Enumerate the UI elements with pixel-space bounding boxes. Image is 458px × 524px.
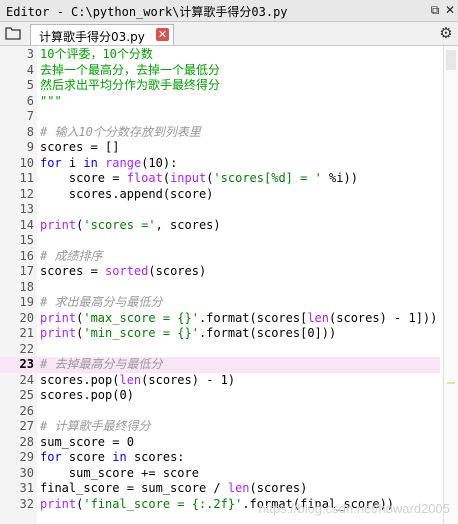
code-editor[interactable]: 3 10个评委，10个分数 4 去掉一个最高分，去掉一个最低分 5 然后求出平均分作为歌手…	[0, 46, 458, 524]
line-number: 7	[26, 109, 34, 123]
code-line[interactable]: 16 # 成绩排序	[0, 249, 440, 265]
code-line[interactable]: 17 scores = sorted(scores)	[0, 264, 440, 280]
code-line[interactable]: 8 # 输入10个分数存放到列表里	[0, 125, 440, 141]
code-line[interactable]: 20 print('max_score = {}'.format(scores[l…	[0, 311, 440, 327]
code-text[interactable]: scores.pop(len(scores) - 1)	[40, 373, 235, 389]
scrollbar-thumb[interactable]	[446, 50, 456, 70]
code-line[interactable]: 7	[0, 109, 440, 125]
window-title-bar: Editor - C:\python_work\计算歌手得分03.py ⧉ ✕	[0, 0, 458, 22]
code-line[interactable]: 25 scores.pop(0)	[0, 388, 440, 404]
code-line[interactable]: 6 """	[0, 94, 440, 110]
line-number: 25	[19, 388, 34, 402]
line-number: 4	[26, 62, 34, 77]
code-text[interactable]: sum_score += score	[40, 466, 199, 482]
code-text[interactable]: print('max_score = {}'.format(scores[len…	[40, 311, 437, 327]
code-line[interactable]: 11 score = float(input('scores[%d] = ' %…	[0, 171, 440, 187]
code-line[interactable]: 3 10个评委，10个分数	[0, 47, 440, 63]
line-number: 16	[19, 248, 34, 263]
code-line[interactable]: 14 print('scores =', scores)	[0, 218, 440, 234]
line-number: 19	[19, 295, 34, 309]
code-line[interactable]: 12 scores.append(score)	[0, 187, 440, 203]
code-text[interactable]: # 输入10个分数存放到列表里	[40, 125, 201, 141]
code-text[interactable]: """	[40, 94, 62, 110]
watermark: https://blog.csdn.net/howard2005	[258, 501, 450, 516]
line-number: 22	[19, 341, 34, 356]
code-text[interactable]: # 求出最高分与最低分	[40, 295, 162, 311]
line-number: 5	[26, 78, 34, 92]
code-line[interactable]: 31 final_score = sum_score / len(scores)	[0, 481, 440, 497]
code-text[interactable]: scores.append(score)	[40, 187, 214, 203]
code-line[interactable]: 27 # 计算歌手最终得分	[0, 419, 440, 435]
code-line[interactable]: 22	[0, 342, 440, 358]
vertical-scrollbar[interactable]	[443, 46, 458, 524]
code-line[interactable]: 4 去掉一个最高分，去掉一个最低分	[0, 63, 440, 79]
code-line[interactable]: 30 sum_score += score	[0, 466, 440, 482]
code-line[interactable]: 5 然后求出平均分作为歌手最终得分	[0, 78, 440, 94]
code-text[interactable]: scores.pop(0)	[40, 388, 134, 404]
line-number: 24	[19, 372, 34, 387]
code-text[interactable]: # 成绩排序	[40, 249, 102, 265]
line-number: 26	[19, 403, 34, 418]
line-number: 9	[26, 140, 34, 154]
line-number: 8	[26, 124, 34, 139]
code-text[interactable]: scores = []	[40, 140, 119, 156]
tab-label: 计算歌手得分03.py	[39, 30, 145, 44]
close-icon[interactable]: ✕	[156, 28, 169, 41]
code-line[interactable]: 13	[0, 202, 440, 218]
line-number: 12	[19, 186, 34, 201]
line-number: 23	[19, 357, 34, 371]
code-text[interactable]: 去掉一个最高分，去掉一个最低分	[40, 63, 220, 79]
code-text[interactable]: score = float(input('scores[%d] = ' %i))	[40, 171, 358, 187]
editor-tab-bar: 计算歌手得分03.py ✕ ⚙	[0, 22, 458, 46]
line-number: 30	[19, 465, 34, 480]
gear-icon[interactable]: ⚙	[438, 25, 454, 41]
code-line[interactable]: 9 scores = []	[0, 140, 440, 156]
browse-tabs-icon[interactable]	[5, 26, 21, 40]
code-line[interactable]: 10 for i in range(10):	[0, 156, 440, 172]
code-line[interactable]: 23 # 去掉最高分与最低分	[0, 357, 440, 373]
line-number: 15	[19, 233, 34, 247]
code-line[interactable]: 29 for score in scores:	[0, 450, 440, 466]
code-line[interactable]: 15	[0, 233, 440, 249]
window-title: Editor - C:\python_work\计算歌手得分03.py	[6, 5, 288, 19]
restore-icon[interactable]: ⧉	[428, 3, 442, 17]
line-number: 21	[19, 326, 34, 340]
line-number: 11	[19, 171, 34, 185]
code-line[interactable]: 28 sum_score = 0	[0, 435, 440, 451]
close-icon[interactable]: ✕	[443, 3, 457, 17]
line-number: 18	[19, 279, 34, 294]
code-text[interactable]: 然后求出平均分作为歌手最终得分	[40, 78, 220, 94]
code-text[interactable]: for score in scores:	[40, 450, 185, 466]
line-number: 31	[19, 481, 34, 495]
line-number: 6	[26, 93, 34, 108]
line-number: 28	[19, 434, 34, 449]
code-line[interactable]: 26	[0, 404, 440, 420]
line-number: 10	[19, 155, 34, 170]
line-number: 17	[19, 264, 34, 278]
code-text[interactable]: print('scores =', scores)	[40, 218, 221, 234]
line-number: 27	[19, 419, 34, 433]
code-text[interactable]: final_score = sum_score / len(scores)	[40, 481, 307, 497]
code-line[interactable]: 24 scores.pop(len(scores) - 1)	[0, 373, 440, 389]
line-number: 3	[26, 47, 34, 61]
line-number: 29	[19, 450, 34, 464]
code-text[interactable]: sum_score = 0	[40, 435, 134, 451]
code-line[interactable]: 21 print('min_score = {}'.format(scores[0…	[0, 326, 440, 342]
code-line[interactable]: 18	[0, 280, 440, 296]
scrollbar-marker	[447, 382, 455, 384]
code-text[interactable]: scores = sorted(scores)	[40, 264, 206, 280]
line-number: 14	[19, 217, 34, 232]
code-text[interactable]: print('min_score = {}'.format(scores[0])…	[40, 326, 336, 342]
tab-active-file[interactable]: 计算歌手得分03.py ✕	[30, 24, 174, 45]
code-line[interactable]: 19 # 求出最高分与最低分	[0, 295, 440, 311]
line-number: 32	[19, 496, 34, 511]
code-text[interactable]: # 去掉最高分与最低分	[40, 357, 162, 373]
code-text[interactable]: # 计算歌手最终得分	[40, 419, 150, 435]
line-number: 20	[19, 310, 34, 325]
line-number: 13	[19, 202, 34, 216]
code-text[interactable]: 10个评委，10个分数	[40, 47, 153, 63]
code-text[interactable]: for i in range(10):	[40, 156, 177, 172]
